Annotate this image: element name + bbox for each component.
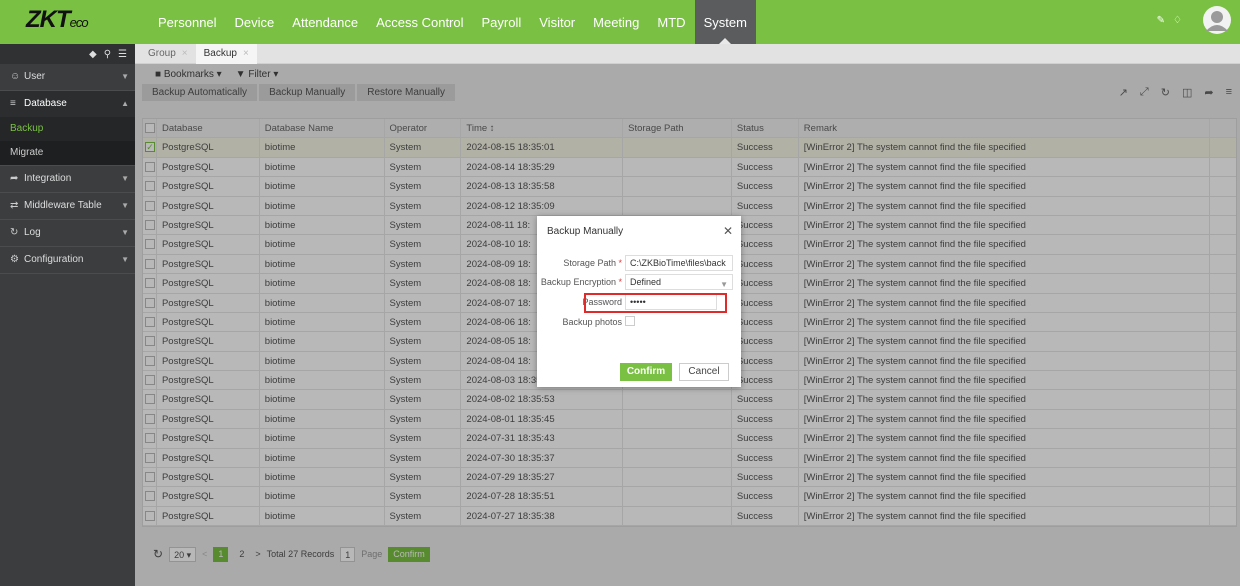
sidebar-item-middleware-table[interactable]: ⇄ Middleware Table ▼ bbox=[0, 193, 135, 219]
sidebar: ◆ ⚲ ☰ ☺ User ▼ ≡ Database ▲ Backup Migrate ➦ Inte… bbox=[0, 44, 135, 586]
nav-visitor[interactable]: Visitor bbox=[530, 0, 584, 44]
close-icon[interactable]: ✕ bbox=[723, 224, 733, 238]
search-icon[interactable]: ⚲ bbox=[104, 49, 111, 64]
zkteco-logo[interactable]: ZKTeco bbox=[26, 6, 126, 36]
caret-up-icon: ▲ bbox=[121, 99, 129, 108]
caret-down-icon: ▼ bbox=[121, 201, 129, 210]
nav-attendance[interactable]: Attendance bbox=[283, 0, 367, 44]
sidebar-item-label: Integration bbox=[24, 173, 72, 184]
encryption-label: Backup Encryption * bbox=[540, 277, 622, 287]
confirm-button[interactable]: Confirm bbox=[620, 363, 672, 381]
chevron-down-icon: ▼ bbox=[720, 280, 728, 289]
sidebar-item-configuration[interactable]: ⚙ Configuration ▼ bbox=[0, 247, 135, 273]
top-icons: ✎ ♢ bbox=[1157, 15, 1182, 26]
nav-personnel[interactable]: Personnel bbox=[149, 0, 226, 44]
sidebar-item-log[interactable]: ↻ Log ▼ bbox=[0, 220, 135, 246]
storage-path-input[interactable]: C:\ZKBioTime\files\back bbox=[625, 255, 733, 271]
close-icon[interactable]: × bbox=[182, 48, 188, 59]
tab-bar: Group × Backup × bbox=[135, 44, 1240, 64]
database-icon: ≡ bbox=[10, 98, 16, 109]
nav-device[interactable]: Device bbox=[226, 0, 284, 44]
sidebar-subitem-migrate[interactable]: Migrate bbox=[0, 141, 135, 165]
share-icon: ➦ bbox=[10, 173, 19, 184]
nav-payroll[interactable]: Payroll bbox=[473, 0, 531, 44]
sidebar-divider bbox=[0, 273, 135, 274]
caret-down-icon: ▼ bbox=[121, 174, 129, 183]
nav-access-control[interactable]: Access Control bbox=[367, 0, 472, 44]
edit-icon[interactable]: ✎ bbox=[1157, 15, 1165, 26]
sidebar-item-label: Configuration bbox=[24, 254, 84, 265]
menu-icon[interactable]: ☰ bbox=[118, 49, 127, 64]
sidebar-item-label: Database bbox=[24, 98, 67, 109]
main-nav: Personnel Device Attendance Access Control P… bbox=[149, 0, 756, 44]
users-icon: ☺ bbox=[10, 71, 21, 82]
exchange-icon: ⇄ bbox=[10, 200, 19, 211]
close-icon[interactable]: × bbox=[243, 48, 249, 59]
sidebar-item-database[interactable]: ≡ Database ▲ bbox=[0, 91, 135, 117]
avatar[interactable] bbox=[1202, 5, 1232, 35]
storage-path-row: Storage Path * C:\ZKBioTime\files\back bbox=[537, 255, 741, 271]
sidebar-item-user[interactable]: ☺ User ▼ bbox=[0, 64, 135, 90]
caret-down-icon: ▼ bbox=[121, 72, 129, 81]
nav-meeting[interactable]: Meeting bbox=[584, 0, 648, 44]
history-icon: ↻ bbox=[10, 227, 19, 238]
sidebar-item-integration[interactable]: ➦ Integration ▼ bbox=[0, 166, 135, 192]
sidebar-item-label: Middleware Table bbox=[24, 200, 102, 211]
caret-down-icon: ▼ bbox=[121, 228, 129, 237]
sidebar-tools: ◆ ⚲ ☰ bbox=[0, 44, 135, 64]
tab-label: Backup bbox=[203, 48, 237, 59]
caret-down-icon: ▼ bbox=[121, 255, 129, 264]
backup-photos-checkbox[interactable] bbox=[625, 316, 635, 326]
cancel-button[interactable]: Cancel bbox=[679, 363, 729, 381]
tab-backup[interactable]: Backup × bbox=[195, 44, 257, 64]
dialog-title: Backup Manually bbox=[547, 226, 624, 237]
sidebar-item-label: User bbox=[24, 71, 46, 82]
bell-icon[interactable]: ♢ bbox=[1173, 15, 1182, 26]
gears-icon: ⚙ bbox=[10, 254, 19, 265]
tab-label: Group bbox=[148, 48, 176, 59]
sidebar-item-label: Log bbox=[24, 227, 41, 238]
encryption-row: Backup Encryption * Defined ▼ bbox=[537, 274, 741, 290]
tab-group[interactable]: Group × bbox=[140, 44, 196, 64]
photos-label: Backup photos bbox=[562, 317, 622, 327]
top-bar: ZKTeco Personnel Device Attendance Access C… bbox=[0, 0, 1240, 44]
password-highlight-box bbox=[584, 293, 727, 313]
storage-path-label: Storage Path * bbox=[563, 258, 622, 268]
encryption-select[interactable]: Defined ▼ bbox=[625, 274, 733, 290]
nav-mtd[interactable]: MTD bbox=[648, 0, 694, 44]
nav-system[interactable]: System bbox=[694, 0, 756, 44]
sidebar-subitem-backup[interactable]: Backup bbox=[0, 117, 135, 141]
tag-icon[interactable]: ◆ bbox=[89, 49, 97, 64]
photos-row: Backup photos bbox=[537, 314, 741, 330]
